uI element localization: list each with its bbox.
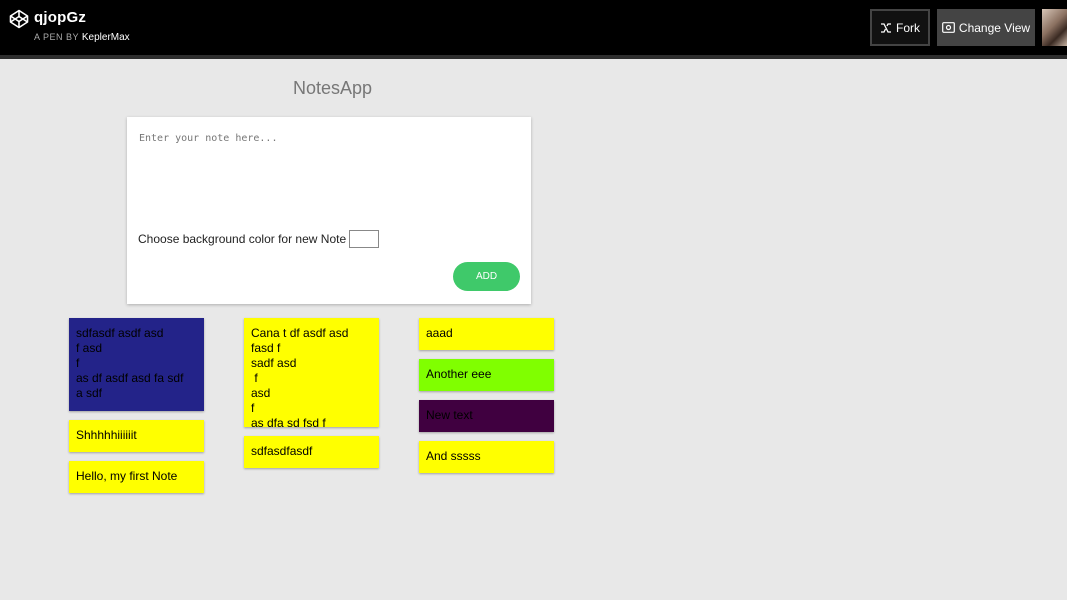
app-title: NotesApp (293, 78, 373, 98)
codepen-logo-icon[interactable] (9, 9, 29, 29)
note-item[interactable]: New text (419, 400, 554, 432)
pen-title[interactable]: qjopGz (34, 9, 86, 26)
note-item[interactable]: And sssss (419, 441, 554, 473)
note-item[interactable]: Shhhhhiiiiiit (69, 420, 204, 452)
fork-button[interactable]: Fork (870, 9, 930, 46)
note-item[interactable]: sdfasdf asdf asd f asd f as df asdf asd … (69, 318, 204, 411)
change-view-button[interactable]: Change View (937, 9, 1035, 46)
note-input[interactable] (139, 133, 519, 213)
note-item[interactable]: aaad (419, 318, 554, 350)
note-item[interactable]: Cana t df asdf asd fasd f sadf asd f asd… (244, 318, 379, 430)
user-avatar[interactable] (1042, 9, 1067, 46)
fork-icon (881, 22, 891, 33)
pen-by-label: A PEN BY (34, 32, 79, 42)
note-item[interactable]: sdfasdfasdf (244, 436, 379, 468)
codepen-header: qjopGz A PEN BY KeplerMax Fork Change Vi… (0, 0, 1067, 56)
add-note-button[interactable]: ADD (453, 262, 520, 291)
color-picker-row: Choose background color for new Note (138, 230, 380, 248)
change-view-label: Change View (958, 20, 1031, 35)
header-divider (0, 55, 1067, 59)
author-link[interactable]: KeplerMax (82, 32, 130, 43)
note-item[interactable]: Hello, my first Note (69, 461, 204, 493)
color-label: Choose background color for new Note (138, 232, 347, 246)
fork-label: Fork (896, 20, 920, 35)
new-note-card: Choose background color for new Note ADD (127, 117, 531, 304)
pen-author-line: A PEN BY KeplerMax (34, 32, 130, 43)
color-picker-input[interactable] (349, 230, 380, 248)
note-item[interactable]: Another eee (419, 359, 554, 391)
change-view-icon (942, 22, 955, 33)
